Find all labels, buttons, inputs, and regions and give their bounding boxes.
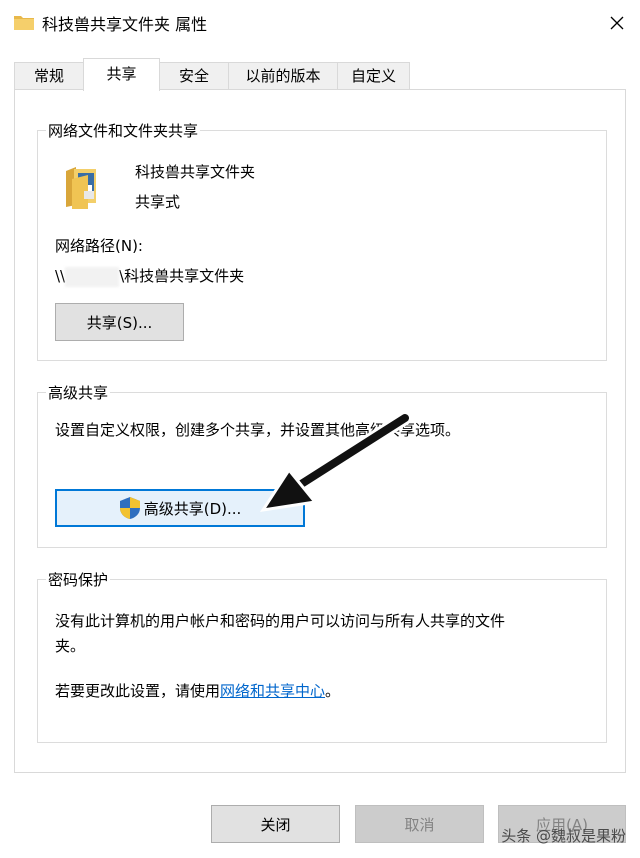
share-button[interactable]: 共享(S)... [55, 303, 184, 341]
tab-sharing[interactable]: 共享 [83, 58, 160, 91]
advanced-sharing-button-label: 高级共享(D)... [143, 499, 242, 518]
network-sharing-group: 网络文件和文件夹共享 科技兽共享文件夹 共享式 网络路径(N): \\ \科技兽共… [37, 120, 607, 361]
title-bar: 科技兽共享文件夹 属性 [0, 0, 640, 46]
tab-customize[interactable]: 自定义 [337, 62, 410, 90]
password-description-line2: 夹。 [55, 637, 86, 655]
tab-previous-versions[interactable]: 以前的版本 [228, 62, 338, 90]
change-setting-text: 若要更改此设置，请使用网络和共享中心。 [55, 680, 340, 701]
tab-general[interactable]: 常规 [14, 62, 84, 90]
password-description-line1: 没有此计算机的用户帐户和密码的用户可以访问与所有人共享的文件 [55, 612, 506, 630]
change-setting-suffix: 。 [325, 682, 341, 700]
annotation-arrow-icon [259, 411, 412, 512]
password-protection-group: 密码保护 没有此计算机的用户帐户和密码的用户可以访问与所有人共享的文件 夹。 若… [37, 569, 607, 743]
tab-security[interactable]: 安全 [159, 62, 229, 90]
folder-name: 科技兽共享文件夹 [135, 163, 256, 181]
redacted-host [65, 266, 120, 287]
network-path-label: 网络路径(N): [55, 237, 143, 255]
network-path-suffix: \科技兽共享文件夹 [119, 267, 245, 285]
folder-icon [14, 16, 34, 30]
advanced-sharing-legend: 高级共享 [46, 382, 111, 403]
close-icon [610, 16, 624, 30]
network-path-value: \\ \科技兽共享文件夹 [55, 265, 244, 287]
shared-folder-icon [66, 167, 96, 209]
close-dialog-button[interactable]: 关闭 [211, 805, 340, 843]
change-setting-prefix: 若要更改此设置，请使用 [55, 682, 221, 700]
tab-strip: 常规 共享 安全 以前的版本 自定义 [14, 58, 626, 91]
network-path-prefix: \\ [55, 267, 66, 285]
share-status: 共享式 [135, 193, 181, 211]
network-sharing-legend: 网络文件和文件夹共享 [46, 120, 201, 141]
close-button[interactable] [594, 0, 640, 46]
password-protection-legend: 密码保护 [46, 569, 111, 590]
watermark: 头条 @魏叔是果粉 [501, 827, 626, 845]
uac-shield-icon [119, 497, 140, 519]
window-title: 科技兽共享文件夹 属性 [42, 15, 208, 34]
network-sharing-center-link[interactable]: 网络和共享中心 [220, 682, 325, 700]
cancel-button[interactable]: 取消 [355, 805, 484, 843]
